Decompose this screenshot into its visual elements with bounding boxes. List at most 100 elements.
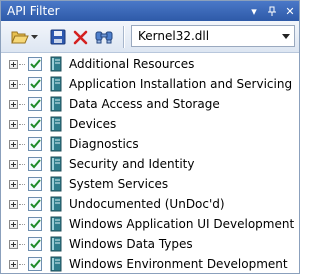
save-button[interactable]: [49, 28, 67, 46]
tree-connector: [19, 164, 25, 165]
checkmark-icon: [29, 159, 41, 169]
tree-item[interactable]: Devices: [1, 114, 299, 134]
tree-item-label: Windows Environment Development: [69, 257, 288, 271]
book-icon: [50, 236, 62, 252]
checkmark-icon: [29, 139, 41, 149]
tree-item-checkbox[interactable]: [28, 197, 42, 211]
book-icon: [50, 96, 62, 112]
tree-item-checkbox[interactable]: [28, 117, 42, 131]
open-button[interactable]: [11, 28, 29, 46]
tree-item[interactable]: Application Installation and Servicing: [1, 74, 299, 94]
module-select-value: Kernel32.dll: [138, 29, 210, 43]
tree-connector: [19, 84, 25, 85]
tree-connector: [19, 144, 25, 145]
tree-item-checkbox[interactable]: [28, 137, 42, 151]
delete-icon: [73, 30, 88, 45]
tree-item-checkbox[interactable]: [28, 97, 42, 111]
tree-connector: [19, 184, 25, 185]
save-icon: [50, 29, 66, 45]
tree-item-checkbox[interactable]: [28, 157, 42, 171]
tree-item[interactable]: Diagnostics: [1, 134, 299, 154]
api-filter-panel: API Filter ▾ ✕ Kernel32.dll Additional R…: [0, 0, 300, 274]
expand-icon[interactable]: [9, 220, 18, 229]
tree-item-label: Windows Data Types: [69, 237, 193, 251]
tree-item-label: Data Access and Storage: [69, 97, 220, 111]
tree-item-checkbox[interactable]: [28, 77, 42, 91]
checkmark-icon: [29, 179, 41, 189]
dropdown-arrow-icon: [30, 35, 38, 39]
tree-item-label: Undocumented (UnDoc'd): [69, 197, 225, 211]
tree-item-checkbox[interactable]: [28, 217, 42, 231]
tree-connector: [19, 64, 25, 65]
checkmark-icon: [29, 239, 41, 249]
open-dropdown-button[interactable]: [29, 28, 39, 46]
title-bar: API Filter ▾ ✕: [1, 1, 299, 21]
tree-item-checkbox[interactable]: [28, 57, 42, 71]
chevron-down-icon: ▾: [251, 4, 257, 18]
expand-icon[interactable]: [9, 160, 18, 169]
checkmark-icon: [29, 59, 41, 69]
tree-item[interactable]: Undocumented (UnDoc'd): [1, 194, 299, 214]
tree-item[interactable]: Windows Data Types: [1, 234, 299, 254]
tree-item-label: Additional Resources: [69, 57, 195, 71]
tree-connector: [19, 224, 25, 225]
tree-item-label: Application Installation and Servicing: [69, 77, 293, 91]
tree-item-label: Devices: [69, 117, 117, 131]
book-icon: [50, 216, 62, 232]
find-button[interactable]: [95, 28, 113, 46]
folder-open-icon: [11, 31, 29, 44]
tree-item[interactable]: System Services: [1, 174, 299, 194]
toolbar-separator: [123, 26, 124, 48]
expand-icon[interactable]: [9, 80, 18, 89]
book-icon: [50, 176, 62, 192]
expand-icon[interactable]: [9, 240, 18, 249]
expand-icon[interactable]: [9, 260, 18, 269]
delete-button[interactable]: [72, 28, 90, 46]
expand-icon[interactable]: [9, 140, 18, 149]
tree-item[interactable]: Windows Application UI Development: [1, 214, 299, 234]
book-icon: [50, 56, 62, 72]
tree-item[interactable]: Data Access and Storage: [1, 94, 299, 114]
tree-item-label: Diagnostics: [69, 137, 139, 151]
checkmark-icon: [29, 119, 41, 129]
chevron-down-icon[interactable]: [278, 26, 294, 46]
pin-button[interactable]: [263, 3, 281, 19]
book-icon: [50, 116, 62, 132]
tree-connector: [19, 244, 25, 245]
checkmark-icon: [29, 219, 41, 229]
find-icon: [95, 31, 113, 44]
book-icon: [50, 76, 62, 92]
checkmark-icon: [29, 259, 41, 269]
tree-connector: [19, 104, 25, 105]
close-button[interactable]: ✕: [281, 3, 299, 19]
book-icon: [50, 136, 62, 152]
pin-icon: [268, 6, 276, 16]
tree-connector: [19, 204, 25, 205]
book-icon: [50, 196, 62, 212]
tree-item-label: Windows Application UI Development: [69, 217, 295, 231]
expand-icon[interactable]: [9, 200, 18, 209]
tree-item-label: System Services: [69, 177, 169, 191]
tree-item-checkbox[interactable]: [28, 237, 42, 251]
book-icon: [50, 256, 62, 272]
close-icon: ✕: [285, 4, 295, 18]
expand-icon[interactable]: [9, 120, 18, 129]
module-select[interactable]: Kernel32.dll: [131, 25, 295, 47]
window-menu-button[interactable]: ▾: [245, 3, 263, 19]
tree-connector: [19, 264, 25, 265]
tree-item[interactable]: Windows Environment Development: [1, 254, 299, 273]
toolbar: Kernel32.dll: [1, 21, 299, 53]
tree-item-label: Security and Identity: [69, 157, 195, 171]
tree-item[interactable]: Additional Resources: [1, 54, 299, 74]
tree-item[interactable]: Security and Identity: [1, 154, 299, 174]
expand-icon[interactable]: [9, 100, 18, 109]
expand-icon[interactable]: [9, 180, 18, 189]
checkmark-icon: [29, 199, 41, 209]
category-tree: Additional Resources Application Installa…: [1, 54, 299, 273]
panel-title: API Filter: [7, 4, 60, 18]
expand-icon[interactable]: [9, 60, 18, 69]
tree-item-checkbox[interactable]: [28, 177, 42, 191]
tree-item-checkbox[interactable]: [28, 257, 42, 271]
checkmark-icon: [29, 99, 41, 109]
checkmark-icon: [29, 79, 41, 89]
